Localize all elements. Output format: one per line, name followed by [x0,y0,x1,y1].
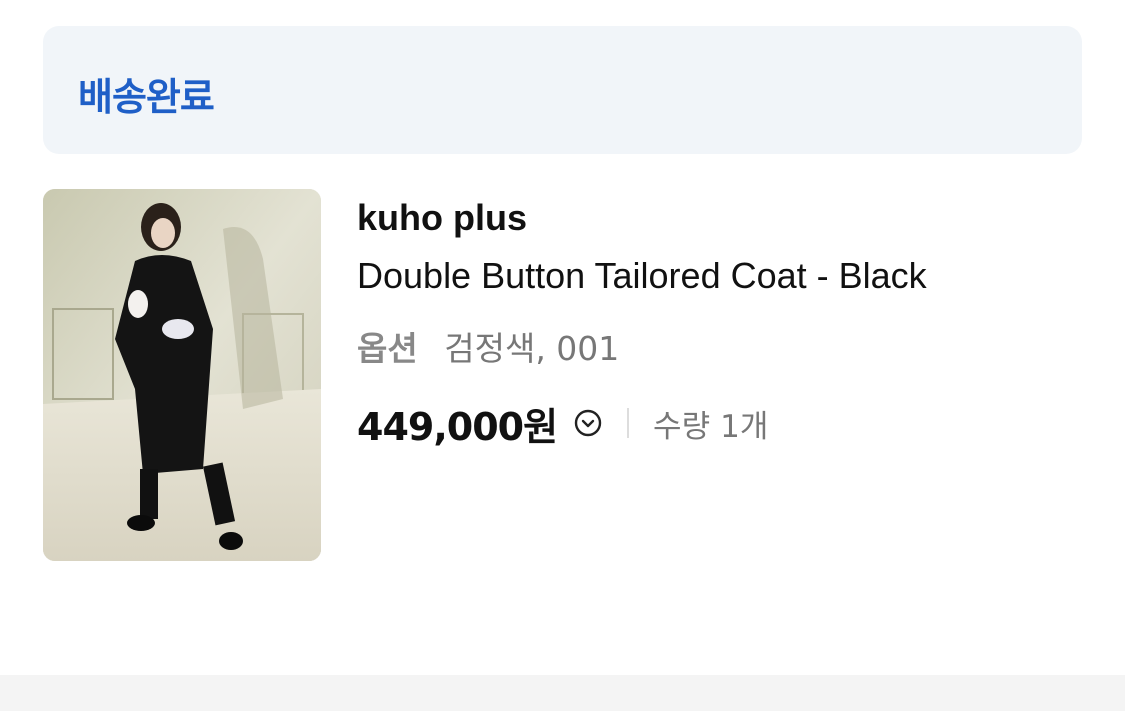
brand-name[interactable]: kuho plus [357,195,927,241]
price: 449,000원 [357,404,558,449]
order-item-page: 배송완료 kuho plus Double Button Tailored Co… [0,0,1125,711]
delivery-status-banner: 배송완료 [43,26,1082,154]
quantity-label: 수량 [653,408,711,445]
product-info: kuho plus Double Button Tailored Coat - … [357,195,927,451]
product-image[interactable] [43,189,321,561]
option-value: 검정색, 001 [444,329,620,368]
divider [627,408,630,438]
option-row: 옵션 검정색, 001 [357,327,927,371]
price-detail-button[interactable] [571,406,605,440]
chevron-down-circle-icon [574,409,602,437]
section-separator [0,675,1125,711]
price-row: 449,000원 수량 1개 [357,395,927,451]
delivery-status-text: 배송완료 [78,75,215,119]
option-label: 옵션 [357,329,418,368]
product-photo-illustration [43,189,321,561]
product-name[interactable]: Double Button Tailored Coat - Black [357,253,927,299]
quantity-value: 1개 [720,408,769,445]
quantity: 수량 1개 [653,401,768,446]
